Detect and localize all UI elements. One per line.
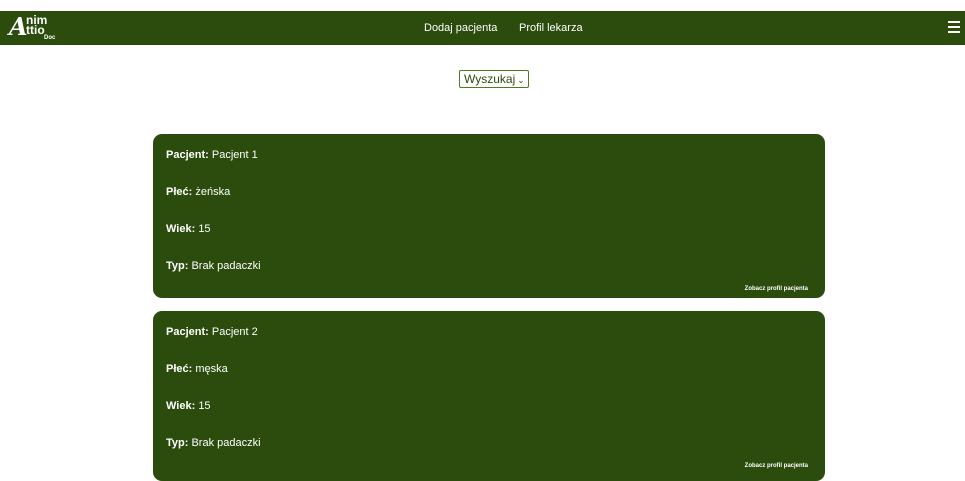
logo-text-line3: Doc [44, 35, 56, 41]
patient-name-value: Pacjent 2 [211, 326, 258, 338]
view-patient-profile-link[interactable]: Zobacz profil pacjenta [745, 463, 808, 469]
search-dropdown[interactable]: Wyszukaj ⌄ [459, 70, 529, 88]
patient-age-label: Wiek: [166, 400, 196, 412]
patient-name-value: Pacjent 1 [211, 149, 258, 161]
patient-name-label: Pacjent: [166, 326, 209, 338]
patient-type-field: Typ: Brak padaczki [166, 437, 261, 450]
nav-add-patient-link[interactable]: Dodaj pacjenta [424, 11, 497, 45]
patient-card: Pacjent: Pacjent 1 Płeć: żeńska Wiek: 15… [153, 134, 825, 298]
patient-type-value: Brak padaczki [191, 437, 261, 449]
patient-type-label: Typ: [166, 437, 189, 449]
app-logo[interactable]: A nim ttio Doc [9, 13, 61, 43]
patient-sex-label: Płeć: [166, 363, 193, 375]
logo-letter: A [9, 12, 28, 41]
patient-type-value: Brak padaczki [191, 260, 261, 272]
patient-age-value: 15 [198, 400, 211, 412]
hamburger-menu-icon[interactable] [948, 21, 960, 35]
patient-age-label: Wiek: [166, 223, 196, 235]
patient-sex-field: Płeć: żeńska [166, 186, 230, 199]
patient-age-value: 15 [198, 223, 211, 235]
chevron-down-icon: ⌄ [517, 75, 525, 85]
patient-sex-label: Płeć: [166, 186, 193, 198]
patient-age-field: Wiek: 15 [166, 223, 211, 236]
top-navbar: A nim ttio Doc Dodaj pacjenta Profil lek… [0, 11, 965, 45]
patient-name-field: Pacjent: Pacjent 1 [166, 149, 258, 162]
view-patient-profile-link[interactable]: Zobacz profil pacjenta [745, 286, 808, 292]
patient-name-label: Pacjent: [166, 149, 209, 161]
nav-doctor-profile-link[interactable]: Profil lekarza [519, 11, 583, 45]
patient-card: Pacjent: Pacjent 2 Płeć: męska Wiek: 15 … [153, 311, 825, 481]
patient-sex-field: Płeć: męska [166, 363, 228, 376]
search-dropdown-label: Wyszukaj [464, 72, 516, 86]
patient-sex-value: męska [195, 363, 228, 375]
logo-text-line2: ttio [26, 23, 45, 37]
patient-sex-value: żeńska [195, 186, 231, 198]
patient-name-field: Pacjent: Pacjent 2 [166, 326, 258, 339]
patient-type-field: Typ: Brak padaczki [166, 260, 261, 273]
patient-age-field: Wiek: 15 [166, 400, 211, 413]
patient-type-label: Typ: [166, 260, 189, 272]
